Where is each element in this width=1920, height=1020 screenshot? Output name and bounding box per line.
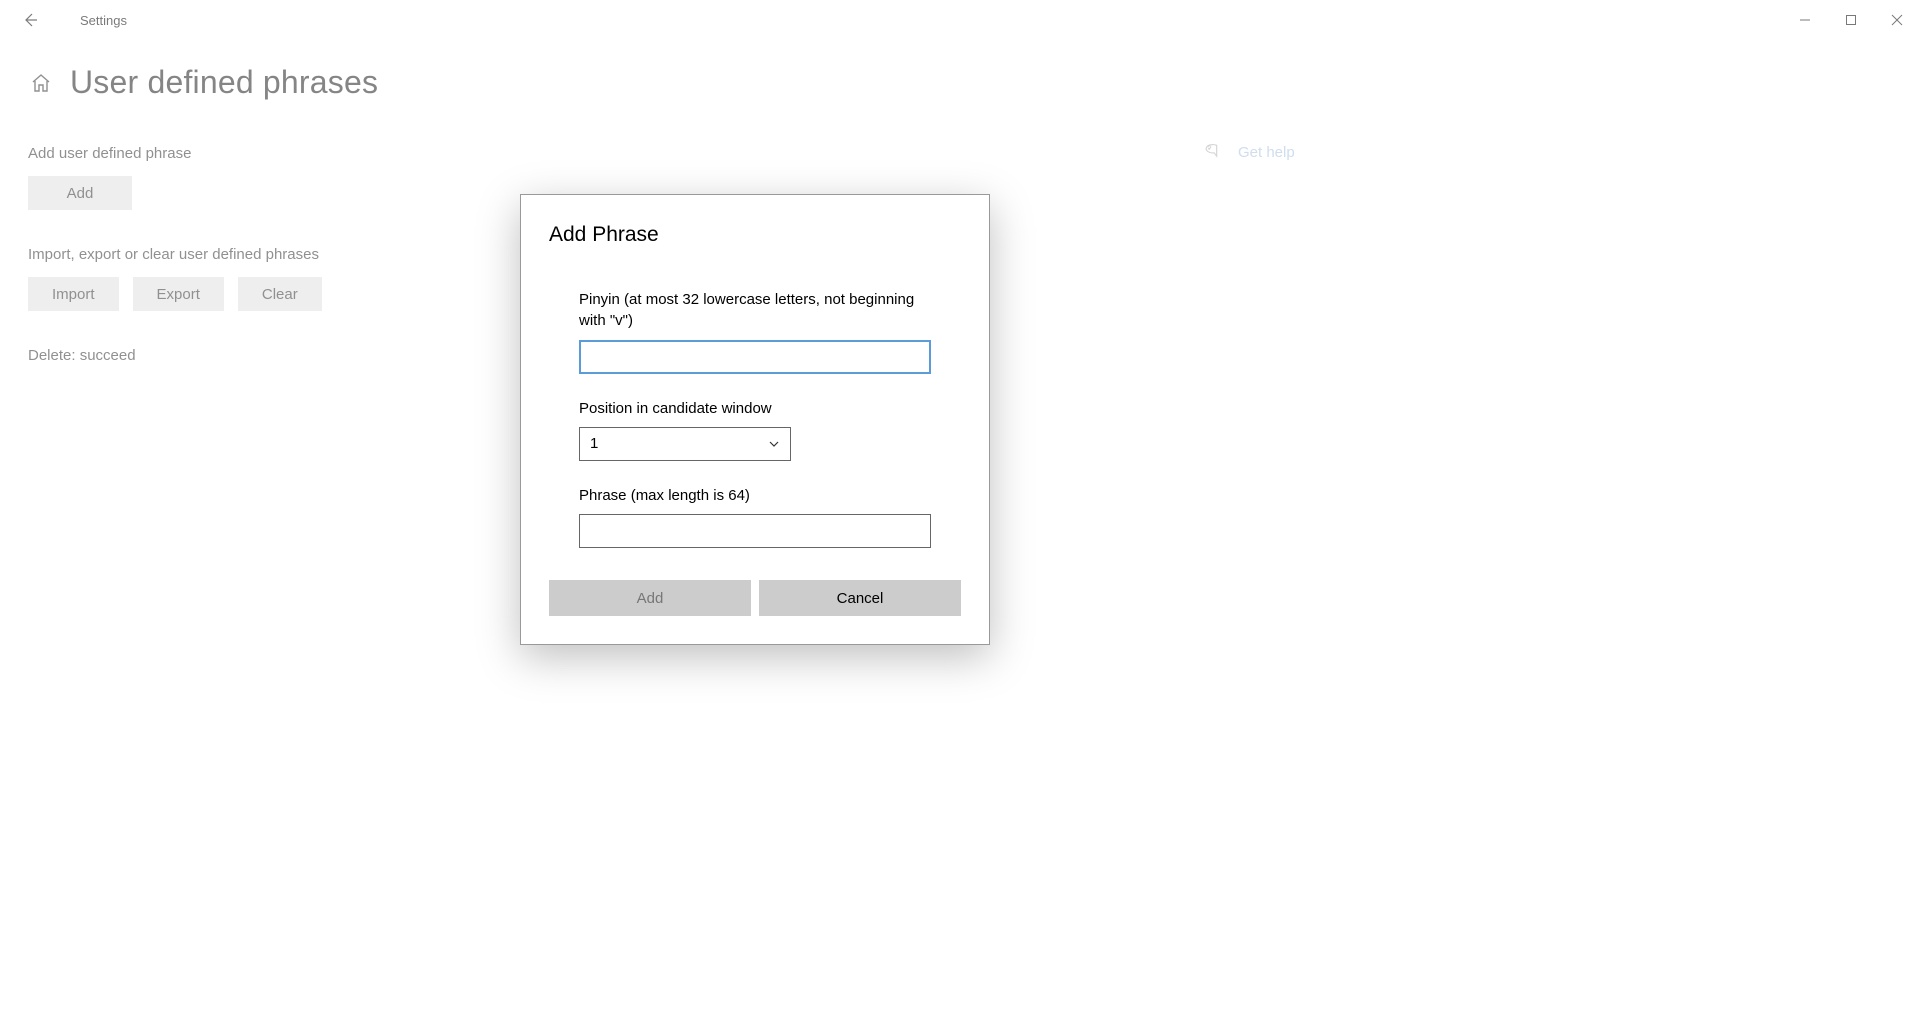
import-button[interactable]: Import [28,277,119,311]
dialog-add-button[interactable]: Add [549,580,751,616]
titlebar: Settings [0,0,1920,40]
window-controls [1782,0,1920,40]
phrase-field: Phrase (max length is 64) [579,485,931,548]
add-button[interactable]: Add [28,176,132,210]
get-help-link[interactable]: Get help [1200,142,1295,162]
app-title: Settings [80,13,127,28]
back-button[interactable] [10,0,50,40]
pinyin-label: Pinyin (at most 32 lowercase letters, no… [579,289,931,332]
position-field: Position in candidate window 1 [579,398,931,461]
close-icon [1891,14,1903,26]
pinyin-input[interactable] [579,340,931,374]
position-value: 1 [590,435,598,452]
minimize-button[interactable] [1782,4,1828,36]
maximize-button[interactable] [1828,4,1874,36]
close-button[interactable] [1874,4,1920,36]
minimize-icon [1799,14,1811,26]
add-phrase-dialog: Add Phrase Pinyin (at most 32 lowercase … [520,194,990,645]
dialog-cancel-button[interactable]: Cancel [759,580,961,616]
home-icon[interactable] [30,72,52,94]
clear-button[interactable]: Clear [238,277,322,311]
add-section-label: Add user defined phrase [28,145,1920,162]
phrase-label: Phrase (max length is 64) [579,485,931,506]
chevron-down-icon [768,438,780,450]
phrase-input[interactable] [579,514,931,548]
arrow-left-icon [22,12,38,28]
pinyin-field: Pinyin (at most 32 lowercase letters, no… [579,289,931,374]
position-select[interactable]: 1 [579,427,791,461]
export-button[interactable]: Export [133,277,224,311]
dialog-title: Add Phrase [549,223,961,247]
position-label: Position in candidate window [579,398,931,419]
page-header: User defined phrases [28,64,1920,101]
page-title: User defined phrases [70,64,378,101]
help-icon [1200,142,1220,162]
help-label: Get help [1238,144,1295,161]
maximize-icon [1845,14,1857,26]
